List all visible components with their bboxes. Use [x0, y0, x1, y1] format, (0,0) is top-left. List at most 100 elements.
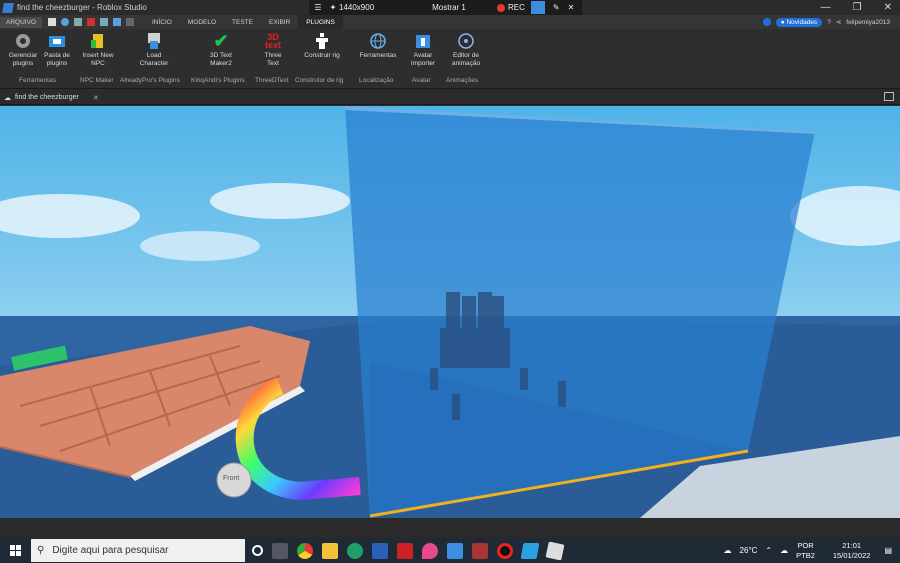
windows-taskbar: ⚲ Digite aqui para pesquisar ☁ 26°C ⌃ ☁ … [0, 538, 900, 563]
tab-find-the-cheezburger[interactable]: ☁ find the cheezburger ✕ [4, 91, 99, 104]
close-button[interactable]: ✕ [884, 2, 892, 13]
maximize-viewport-icon[interactable] [884, 92, 894, 101]
rec-button[interactable]: REC [497, 0, 525, 15]
photos-icon[interactable] [447, 542, 463, 559]
controller-icon[interactable] [60, 18, 69, 26]
username[interactable]: felipemiya2013 [846, 19, 890, 26]
group-localization: Localização [359, 77, 394, 84]
insert-npc-button[interactable]: Insert New NPC [80, 32, 116, 68]
weather-icon[interactable]: ☁ [724, 546, 732, 555]
resolution-label[interactable]: 1440x900 [339, 0, 401, 15]
load-character-label: Load Character [139, 52, 169, 67]
tab-plugins[interactable]: PLUGINS [298, 15, 343, 29]
manage-plugins-button[interactable]: Gerenciar plugins [6, 32, 40, 68]
view-cube-front-label[interactable]: Front [223, 475, 239, 482]
window-title: find the cheezburger - Roblox Studio [17, 3, 147, 12]
localization-tools-button[interactable]: Ferramentas [356, 32, 400, 60]
edge-icon[interactable] [347, 542, 363, 559]
tab-exibir[interactable]: EXIBIR [261, 15, 298, 29]
group-kinqandi: KinqAndi's Plugins [191, 77, 245, 84]
clock-time: 21:01 [842, 540, 862, 550]
recorder-app-icon[interactable] [497, 542, 513, 559]
windows-start-icon[interactable] [10, 545, 21, 556]
plugins-folder-label: Pasta de plugins [44, 52, 70, 67]
group-avatar: Avatar [412, 77, 431, 84]
menu-right: ● Novidades ? ⋖ felipemiya2013 [762, 17, 900, 27]
capture-icon[interactable] [530, 1, 545, 14]
chrome-icon[interactable] [297, 542, 313, 559]
load-character-button[interactable]: Load Character [134, 32, 174, 68]
document-tabs: ☁ find the cheezburger ✕ [0, 89, 900, 105]
rig-icon [313, 32, 331, 50]
cloud-sync-icon[interactable]: ☁ [780, 546, 788, 555]
clock-date: 15/01/2022 [832, 550, 871, 560]
folder-icon [48, 32, 66, 50]
chevron-up-icon[interactable]: ⌃ [765, 546, 772, 555]
novidades-button[interactable]: ● Novidades [775, 17, 823, 27]
character-icon [145, 32, 163, 50]
file-menu[interactable]: ARQUIVO [0, 16, 42, 28]
3d-viewport[interactable]: Front [0, 106, 900, 518]
avatar-importer-label: Avatar Importer [410, 52, 436, 67]
taskbar-search[interactable]: ⚲ Digite aqui para pesquisar [31, 539, 245, 562]
paint-icon[interactable] [422, 542, 438, 559]
search-placeholder: Digite aqui para pesquisar [52, 545, 169, 556]
pin-icon[interactable]: ✦ [327, 0, 339, 15]
insert-npc-label: Insert New NPC [82, 52, 114, 67]
file-explorer-icon[interactable] [322, 542, 338, 559]
language-indicator[interactable]: POR PTB2 [796, 541, 815, 561]
3d-text-maker-button[interactable]: ✔ 3D Text Maker2 [204, 32, 238, 68]
avatar-importer-button[interactable]: Avatar Importer [406, 32, 440, 68]
pencil-icon[interactable]: ✎ [553, 0, 560, 15]
group-threedtext: ThreeDText [255, 77, 289, 84]
animation-editor-label: Editor de animação [451, 52, 481, 67]
hamburger-icon[interactable]: ☰ [309, 0, 327, 15]
build-rig-button[interactable]: Construir rig [304, 32, 340, 60]
roblox-studio-task-icon[interactable] [520, 542, 540, 559]
minimize-button[interactable]: — [821, 2, 831, 13]
clock[interactable]: 21:01 15/01/2022 [833, 541, 871, 561]
group-rig-builder: Construtor de rig [295, 77, 344, 84]
roblox-studio-icon [2, 2, 14, 13]
scene-drawing [0, 106, 900, 518]
task-view-icon[interactable] [252, 545, 263, 556]
mcafee-icon[interactable] [397, 542, 413, 559]
plugins-ribbon: Gerenciar plugins Pasta de plugins Inser… [0, 29, 900, 89]
notifications-icon[interactable]: ▤ [884, 546, 892, 555]
status-bar [0, 518, 900, 538]
widgets-icon[interactable] [272, 542, 288, 559]
tab-modelo[interactable]: MODELO [180, 15, 224, 29]
group-animations: Animações [446, 77, 479, 84]
rec-label: REC [508, 3, 525, 12]
three-text-label: Three Text [264, 52, 282, 67]
screen-recorder-bar: ☰ ✦ 1440x900 Mostrar 1 REC ✎ ✕ [309, 0, 582, 15]
plugins-folder-button[interactable]: Pasta de plugins [42, 32, 72, 68]
group-alreadypro: AlreadyPro's Plugins [120, 77, 180, 84]
display-label[interactable]: Mostrar 1 [401, 0, 497, 15]
help-icon[interactable]: ? [827, 19, 831, 26]
weather-temp[interactable]: 26°C [740, 546, 758, 555]
gear-icon [14, 32, 32, 50]
tab-inicio[interactable]: INÍCIO [144, 15, 180, 29]
three-text-button[interactable]: 3D text Three Text [258, 32, 288, 68]
word-icon[interactable] [372, 542, 388, 559]
add-icon[interactable] [99, 18, 108, 26]
3d-text-maker-label: 3D Text Maker2 [210, 52, 232, 67]
winrar-icon[interactable] [472, 542, 488, 559]
system-tray: ☁ 26°C ⌃ ☁ POR PTB2 21:01 15/01/2022 ▤ [724, 538, 900, 563]
restore-button[interactable]: ❐ [853, 2, 862, 13]
document-tab-close[interactable]: ✕ [93, 94, 99, 102]
new-file-icon[interactable] [47, 18, 56, 26]
roblox-task-icon[interactable] [545, 541, 565, 560]
cloud-icon: ☁ [4, 94, 11, 102]
globe-icon [369, 32, 387, 50]
undo-icon[interactable] [112, 18, 121, 26]
publish-icon[interactable] [86, 18, 95, 26]
animation-editor-button[interactable]: Editor de animação [446, 32, 486, 68]
share-network-icon[interactable]: ⋖ [836, 18, 841, 26]
tab-teste[interactable]: TESTE [224, 15, 261, 29]
recorder-close-icon[interactable]: ✕ [568, 0, 575, 15]
redo-icon[interactable] [125, 18, 134, 26]
share-icon[interactable] [73, 18, 82, 26]
avatar-import-icon [414, 32, 432, 50]
